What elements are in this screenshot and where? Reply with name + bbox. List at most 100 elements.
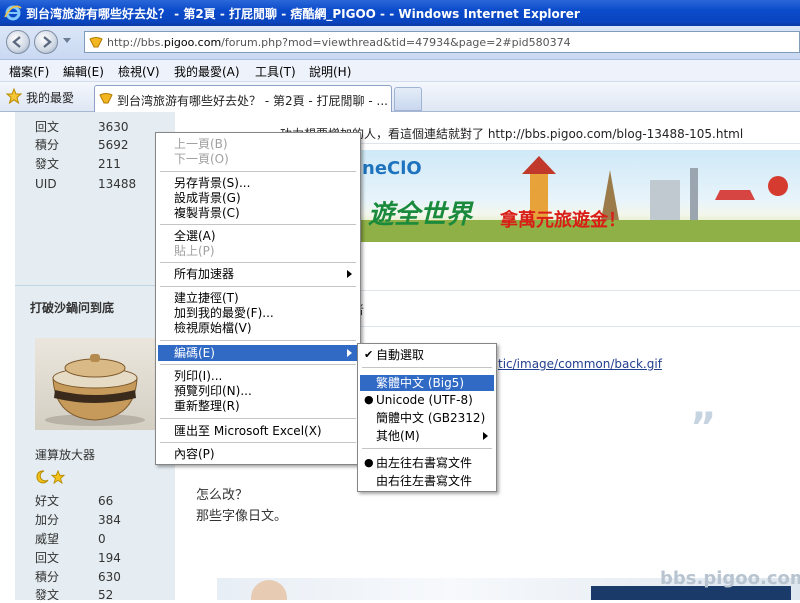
reply-text-line: 那些字像日文。: [196, 509, 288, 524]
menu-edit[interactable]: 編輯(E): [63, 63, 104, 80]
star-icon: [50, 469, 66, 487]
menu-separator: [362, 448, 492, 449]
stat-label: 回文: [35, 551, 60, 565]
stat-label: 發文: [35, 588, 60, 602]
stat-label: 威望: [35, 532, 60, 546]
favorites-button[interactable]: 我的最愛: [26, 89, 74, 106]
menu-item-label: 自動選取: [376, 348, 425, 362]
menu-item-print-preview[interactable]: 預覽列印(N)...: [158, 383, 358, 399]
internet-explorer-icon: [4, 4, 22, 22]
stat-value: 211: [98, 157, 121, 171]
stat-label: 積分: [35, 570, 60, 584]
address-url: http://bbs.pigoo.com/forum.php?mod=viewt…: [107, 36, 571, 49]
forward-button[interactable]: [34, 30, 58, 54]
menu-item-refresh[interactable]: 重新整理(R): [158, 398, 358, 414]
menu-item-paste[interactable]: 貼上(P): [158, 243, 358, 259]
menu-item-create-shortcut[interactable]: 建立捷徑(T): [158, 290, 358, 306]
direction-ltr[interactable]: ● 由左往右書寫文件: [360, 455, 494, 471]
menu-separator: [160, 262, 356, 263]
image-link[interactable]: tic/image/common/back.gif: [498, 357, 662, 371]
menu-item-properties[interactable]: 內容(P): [158, 446, 358, 462]
forward-arrow-icon: [43, 36, 52, 48]
menu-item-label: 其他(M): [376, 429, 420, 443]
menu-item-encoding[interactable]: 編碼(E): [158, 345, 358, 361]
clay-pot-image: [45, 354, 145, 426]
menu-tools[interactable]: 工具(T): [255, 63, 296, 80]
address-toolbar: http://bbs.pigoo.com/forum.php?mod=viewt…: [0, 26, 800, 60]
checkmark-icon: ✔: [364, 348, 374, 361]
new-tab-button[interactable]: [394, 87, 422, 111]
menu-item-accelerators[interactable]: 所有加速器: [158, 266, 358, 282]
menu-item-forward[interactable]: 下一頁(O): [158, 151, 358, 167]
menu-favorites[interactable]: 我的最愛(A): [174, 63, 240, 80]
menu-view[interactable]: 檢視(V): [118, 63, 160, 80]
banner-headline: 遊全世界: [368, 200, 473, 230]
menu-separator: [160, 224, 356, 225]
menu-separator: [160, 340, 356, 341]
history-dropdown-icon[interactable]: [63, 38, 71, 43]
menu-help[interactable]: 說明(H): [309, 63, 351, 80]
menu-bar: 檔案(F) 編輯(E) 檢視(V) 我的最愛(A) 工具(T) 說明(H): [0, 60, 800, 82]
browser-tab-active[interactable]: 到台湾旅游有哪些好去处？ - 第2頁 - 打屁閒聊 - ...: [94, 85, 392, 112]
stat-value: 3630: [98, 120, 129, 134]
quote-mark-icon: ”: [690, 405, 717, 451]
menu-item-set-background[interactable]: 設成背景(G): [158, 190, 358, 206]
stat-label: 積分: [35, 138, 60, 152]
banner-brand: neClO: [362, 158, 422, 179]
stat-value: 13488: [98, 177, 137, 191]
submenu-arrow-icon: [347, 349, 352, 357]
user-avatar[interactable]: [35, 338, 157, 430]
encoding-submenu: ✔ 自動選取 繁體中文 (Big5) ● Unicode (UTF-8) 簡體中文 …: [357, 343, 497, 492]
menu-item-print[interactable]: 列印(I)...: [158, 368, 358, 384]
menu-separator: [160, 171, 356, 172]
stat-label: 好文: [35, 494, 60, 508]
banner-prize: 拿萬元旅遊金！: [500, 210, 626, 231]
stat-value: 5692: [98, 138, 129, 152]
person-photo: [251, 580, 287, 600]
encoding-gb2312[interactable]: 簡體中文 (GB2312): [360, 410, 494, 426]
user-sidebar: 回文 3630 積分 5692 發文 211 UID 13488 打破沙鍋问到底…: [15, 112, 175, 602]
direction-rtl[interactable]: 由右往左書寫文件: [360, 473, 494, 489]
bullet-icon: ●: [364, 456, 374, 469]
bullet-icon: ●: [364, 393, 374, 406]
menu-item-copy-background[interactable]: 複製背景(C): [158, 205, 358, 221]
stat-label: UID: [35, 177, 57, 191]
submenu-arrow-icon: [483, 432, 488, 440]
favorites-bar: 我的最愛 到台湾旅游有哪些好去处？ - 第2頁 - 打屁閒聊 - ...: [0, 82, 800, 112]
menu-item-view-source[interactable]: 檢視原始檔(V): [158, 320, 358, 336]
stat-value: 0: [98, 532, 106, 546]
menu-item-select-all[interactable]: 全選(A): [158, 228, 358, 244]
stat-label: 回文: [35, 120, 60, 134]
encoding-utf8[interactable]: ● Unicode (UTF-8): [360, 392, 494, 408]
menu-separator: [160, 442, 356, 443]
favorites-star-icon[interactable]: [5, 87, 23, 107]
menu-item-label: 所有加速器: [174, 267, 235, 281]
stat-value: 384: [98, 513, 121, 527]
username[interactable]: 打破沙鍋问到底: [30, 299, 114, 316]
submenu-arrow-icon: [347, 270, 352, 278]
tab-title: 到台湾旅游有哪些好去处？ - 第2頁 - 打屁閒聊 - ...: [117, 94, 387, 108]
tab-favicon-icon: [99, 91, 113, 108]
stat-value: 194: [98, 551, 121, 565]
back-arrow-icon: [12, 36, 21, 48]
menu-separator: [160, 364, 356, 365]
back-button[interactable]: [6, 30, 30, 54]
menu-item-add-favorites[interactable]: 加到我的最愛(F)...: [158, 305, 358, 321]
stat-label: 加分: [35, 513, 60, 527]
reply-text-line: 怎么改？: [196, 488, 249, 503]
encoding-auto-select[interactable]: ✔ 自動選取: [360, 347, 494, 363]
menu-item-back[interactable]: 上一頁(B): [158, 136, 358, 152]
menu-item-label: 編碼(E): [174, 346, 215, 360]
menu-separator: [160, 286, 356, 287]
sidebar-divider: [15, 285, 175, 286]
ad-banner[interactable]: neClO 遊全世界 拿萬元旅遊金！: [360, 150, 800, 242]
site-favicon-icon: [89, 35, 103, 49]
menu-item-export-excel[interactable]: 匯出至 Microsoft Excel(X): [158, 423, 358, 439]
user-rank-title: 運算放大器: [35, 448, 96, 462]
encoding-big5[interactable]: 繁體中文 (Big5): [360, 375, 494, 391]
address-bar[interactable]: http://bbs.pigoo.com/forum.php?mod=viewt…: [84, 31, 800, 53]
menu-file[interactable]: 檔案(F): [9, 63, 49, 80]
menu-item-save-background[interactable]: 另存背景(S)...: [158, 175, 358, 191]
menu-separator: [362, 367, 492, 368]
encoding-other[interactable]: 其他(M): [360, 428, 494, 444]
